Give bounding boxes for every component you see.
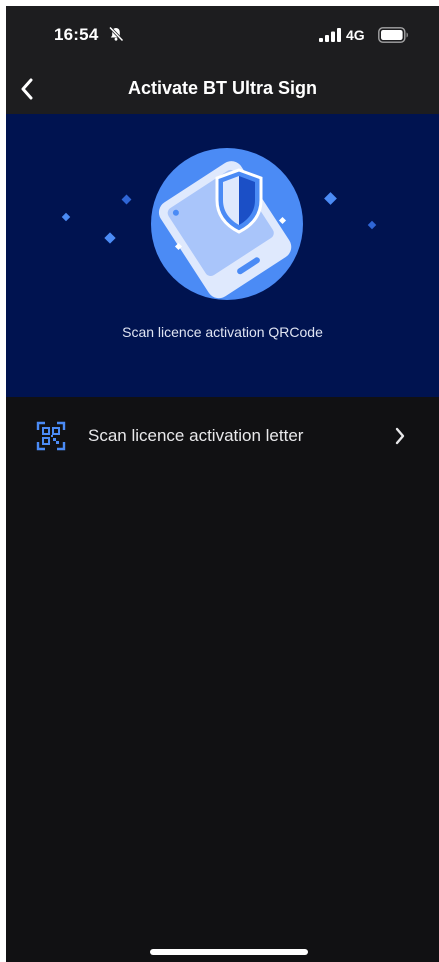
battery-icon (378, 27, 408, 43)
phone-shield-icon (61, 148, 377, 300)
qr-scan-icon (36, 421, 66, 451)
status-time: 16:54 (54, 25, 99, 44)
navigation-bar: Activate BT Ultra Sign (6, 64, 439, 114)
page-title: Activate BT Ultra Sign (127, 78, 318, 98)
app-screen: 16:54 4G Activate BT Ultra Sign Scan lic… (6, 6, 439, 962)
list-item-label: Scan licence activation letter (88, 426, 304, 445)
signal-icon (319, 28, 341, 42)
bell-slash-icon (108, 26, 124, 42)
network-type: 4G (346, 27, 365, 43)
list-item-scan-letter[interactable]: Scan licence activation letter (6, 397, 439, 473)
activation-caption: Scan licence activation QRCode (122, 324, 323, 340)
status-bar: 16:54 4G (6, 6, 439, 64)
chevron-right-icon (395, 427, 405, 445)
activation-banner: Scan licence activation QRCode (6, 114, 439, 397)
home-indicator[interactable] (150, 949, 308, 955)
